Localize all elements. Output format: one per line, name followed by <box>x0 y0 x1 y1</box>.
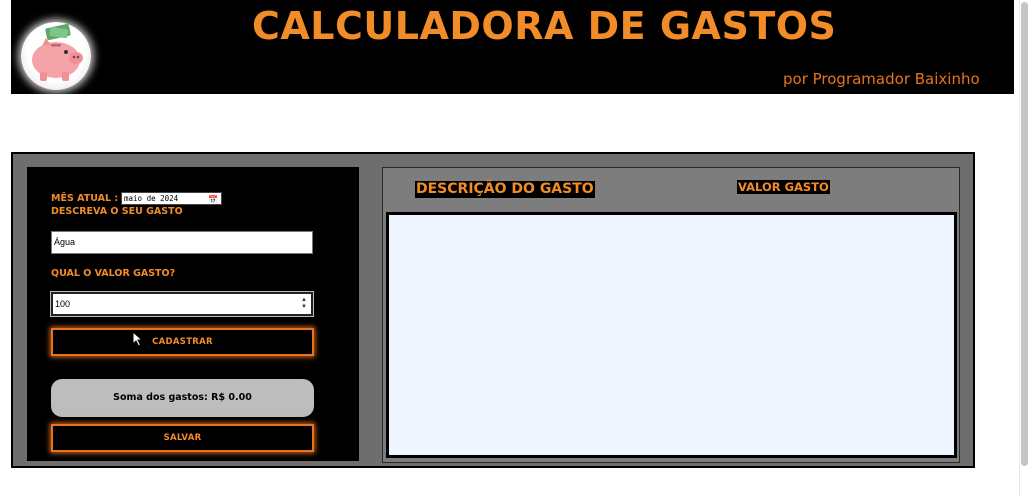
column-header-description: DESCRIÇÃO DO GASTO <box>415 181 595 198</box>
description-label: DESCREVA O SEU GASTO <box>51 206 183 217</box>
mouse-cursor-icon <box>132 331 144 347</box>
total-sum-display[interactable]: Soma dos gastos: R$ 0.00 <box>51 379 314 417</box>
month-date-input[interactable]: maio de 2024 📅 <box>121 192 222 205</box>
scrollbar-thumb[interactable] <box>1021 2 1028 466</box>
author-byline: por Programador Baixinho <box>783 70 980 88</box>
save-button[interactable]: SALVAR <box>51 424 314 452</box>
register-button[interactable]: CADASTRAR <box>51 328 314 356</box>
month-date-value: maio de 2024 <box>124 194 179 203</box>
amount-value: 100 <box>55 299 71 309</box>
stepper-arrows-icon[interactable]: ▲ ▼ <box>301 297 307 311</box>
month-label: MÊS ATUAL : <box>51 193 119 204</box>
expense-list <box>386 212 957 458</box>
calendar-icon[interactable]: 📅 <box>208 194 218 205</box>
piggy-bank-icon <box>21 22 91 90</box>
column-header-amount: VALOR GASTO <box>737 180 830 194</box>
amount-input[interactable]: 100 ▲ ▼ <box>50 291 314 317</box>
description-input[interactable]: Água <box>51 231 313 254</box>
amount-label: QUAL O VALOR GASTO? <box>51 268 176 279</box>
page-title: CALCULADORA DE GASTOS <box>252 4 837 48</box>
